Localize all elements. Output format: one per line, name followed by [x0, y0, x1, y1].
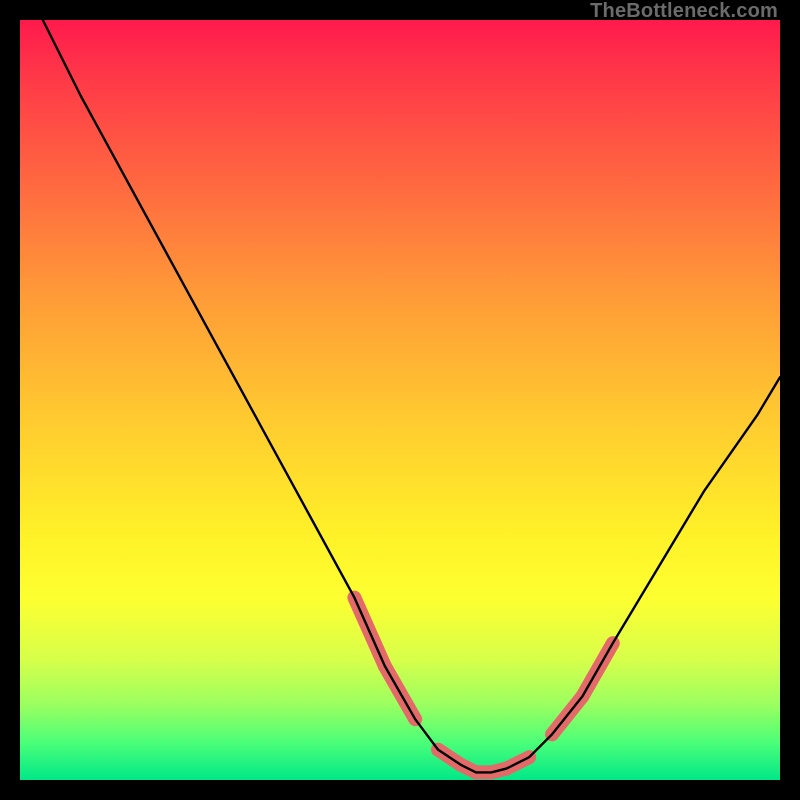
highlight-layer [354, 598, 612, 773]
plot-area [20, 20, 780, 780]
outer-frame: TheBottleneck.com [0, 0, 800, 800]
bottleneck-curve [43, 20, 780, 772]
watermark-text: TheBottleneck.com [590, 0, 778, 23]
curve-svg [20, 20, 780, 780]
